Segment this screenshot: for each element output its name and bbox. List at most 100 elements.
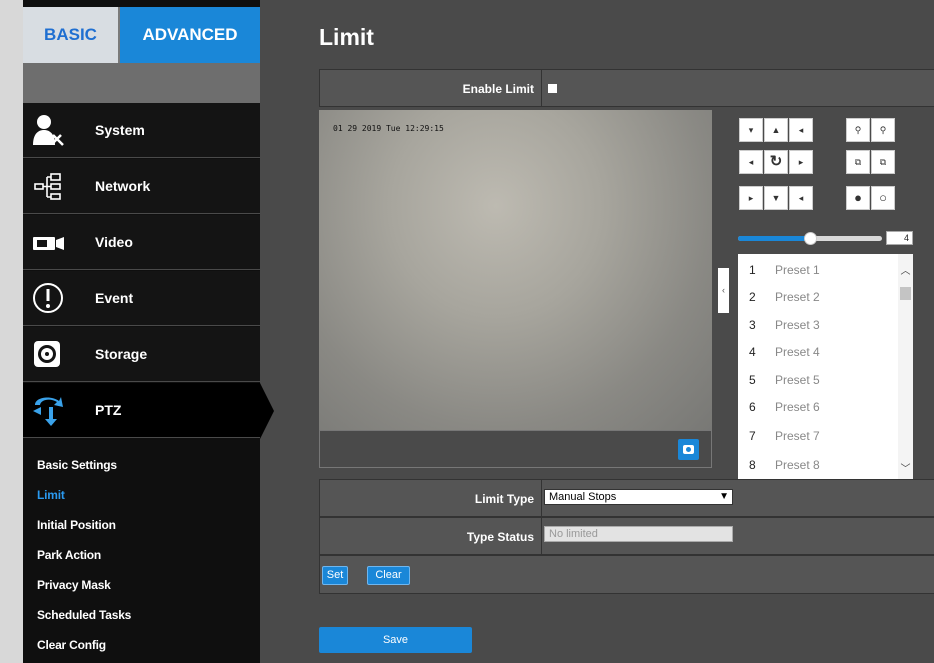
focus-far-icon[interactable]: ⧉: [871, 150, 895, 174]
preset-name: Preset 8: [775, 458, 820, 472]
limit-type-row: Limit Type Manual Stops ▼: [319, 479, 934, 517]
row-divider: [541, 480, 542, 516]
enable-limit-row: Enable Limit: [319, 69, 934, 107]
auto-pan-icon[interactable]: ↻: [764, 150, 788, 174]
pan-down-right-icon[interactable]: ◂: [789, 186, 813, 210]
submenu-initial-position[interactable]: Initial Position: [37, 518, 116, 532]
speed-slider[interactable]: [738, 232, 882, 245]
left-edge-strip: [0, 0, 23, 663]
page-title: Limit: [319, 24, 374, 50]
preset-number: 1: [749, 263, 756, 277]
pan-down-left-icon[interactable]: ▸: [739, 186, 763, 210]
speed-slider-fill: [738, 236, 810, 241]
submenu-scheduled-tasks[interactable]: Scheduled Tasks: [37, 608, 131, 622]
preset-item[interactable]: 1 Preset 1: [738, 255, 898, 283]
preset-item[interactable]: 3 Preset 3: [738, 310, 898, 338]
sidebar-item-system[interactable]: System: [23, 103, 260, 158]
tab-advanced[interactable]: ADVANCED: [120, 7, 260, 73]
network-icon: [34, 173, 61, 200]
preset-number: 4: [749, 345, 756, 359]
limit-type-value: Manual Stops: [549, 491, 617, 503]
type-status-row: Type Status No limited: [319, 517, 934, 555]
sidebar-item-network[interactable]: Network: [23, 159, 260, 214]
preset-number: 3: [749, 318, 756, 332]
preset-item[interactable]: 2 Preset 2: [738, 282, 898, 310]
preset-item[interactable]: 6 Preset 6: [738, 392, 898, 420]
row-divider: [541, 70, 542, 106]
video-toolbar: [319, 430, 712, 468]
limit-type-label: Limit Type: [474, 492, 534, 506]
preset-number: 6: [749, 400, 756, 414]
sidebar-item-ptz[interactable]: PTZ: [23, 383, 274, 439]
storage-disk-icon: [34, 341, 60, 367]
preset-item[interactable]: 8 Preset 8: [738, 450, 898, 478]
live-video-view[interactable]: 01 29 2019 Tue 12:29:15: [319, 110, 712, 430]
collapse-panel-icon[interactable]: ‹: [718, 268, 729, 313]
preset-number: 2: [749, 290, 756, 304]
set-button[interactable]: Set: [322, 566, 348, 585]
active-menu-arrow: [260, 383, 274, 439]
scroll-down-icon[interactable]: ﹀: [898, 460, 913, 475]
type-status-label: Type Status: [466, 530, 534, 544]
submenu-clear-config[interactable]: Clear Config: [37, 638, 106, 652]
preset-name: Preset 3: [775, 318, 820, 332]
submenu-privacy-mask[interactable]: Privacy Mask: [37, 578, 111, 592]
pan-up-icon[interactable]: ▲: [764, 118, 788, 142]
sidebar-item-label: Event: [95, 290, 134, 306]
pan-up-left-icon[interactable]: ▾: [739, 118, 763, 142]
preset-number: 7: [749, 429, 756, 443]
zoom-in-icon[interactable]: ⚲: [871, 118, 895, 142]
action-row: Set Clear: [319, 555, 934, 594]
video-camera-icon: [33, 237, 64, 250]
sidebar-item-label: Storage: [95, 346, 148, 362]
enable-limit-checkbox[interactable]: [548, 84, 557, 93]
preset-name: Preset 1: [775, 263, 820, 277]
pan-right-icon[interactable]: ▸: [789, 150, 813, 174]
pan-down-icon[interactable]: ▼: [764, 186, 788, 210]
focus-near-icon[interactable]: ⧉: [846, 150, 870, 174]
scroll-up-icon[interactable]: ︿: [898, 262, 913, 277]
speed-slider-thumb[interactable]: [804, 232, 817, 245]
row-divider: [541, 518, 542, 554]
preset-name: Preset 2: [775, 290, 820, 304]
snapshot-camera-icon[interactable]: [678, 439, 699, 460]
preset-number: 5: [749, 373, 756, 387]
mode-tabs: BASIC ADVANCED: [23, 7, 260, 73]
save-button[interactable]: Save: [319, 627, 472, 653]
sidebar-item-event[interactable]: Event: [23, 271, 260, 326]
iris-open-icon[interactable]: ○: [871, 186, 895, 210]
preset-number: 8: [749, 458, 756, 472]
tab-basic[interactable]: BASIC: [23, 7, 118, 63]
preset-item[interactable]: 7 Preset 7: [738, 421, 898, 449]
preset-item[interactable]: 4 Preset 4: [738, 337, 898, 365]
scroll-thumb[interactable]: [900, 287, 911, 300]
sidebar-item-storage[interactable]: Storage: [23, 327, 260, 382]
sidebar: BASIC ADVANCED System Network Video Even…: [23, 0, 274, 663]
submenu-basic-settings[interactable]: Basic Settings: [37, 458, 117, 472]
tab-advanced-label: ADVANCED: [142, 25, 238, 44]
preset-name: Preset 4: [775, 345, 820, 359]
sidebar-item-video[interactable]: Video: [23, 215, 260, 270]
zoom-out-icon[interactable]: ⚲: [846, 118, 870, 142]
enable-limit-label: Enable Limit: [462, 82, 534, 96]
preset-item[interactable]: 5 Preset 5: [738, 365, 898, 393]
clear-button[interactable]: Clear: [367, 566, 410, 585]
speed-value: 4: [886, 231, 913, 245]
sidebar-item-label: Video: [95, 234, 133, 250]
limit-type-select[interactable]: Manual Stops ▼: [544, 489, 733, 505]
preset-list: 1 Preset 1 2 Preset 2 3 Preset 3 4 Preset 4 …: [738, 254, 913, 483]
sidebar-item-label: System: [95, 122, 145, 138]
type-status-field: No limited: [544, 526, 733, 542]
sidebar-spacer: [23, 63, 260, 103]
ptz-arrows-icon: [33, 397, 63, 426]
submenu-limit[interactable]: Limit: [37, 488, 65, 502]
sidebar-item-label: PTZ: [95, 402, 122, 418]
sidebar-item-label: Network: [95, 178, 151, 194]
preset-scrollbar[interactable]: ︿ ﹀: [898, 254, 913, 483]
pan-left-icon[interactable]: ◂: [739, 150, 763, 174]
iris-close-icon[interactable]: ●: [846, 186, 870, 210]
preset-name: Preset 5: [775, 373, 820, 387]
submenu-park-action[interactable]: Park Action: [37, 548, 101, 562]
pan-up-right-icon[interactable]: ◂: [789, 118, 813, 142]
system-user-icon: [33, 115, 64, 146]
